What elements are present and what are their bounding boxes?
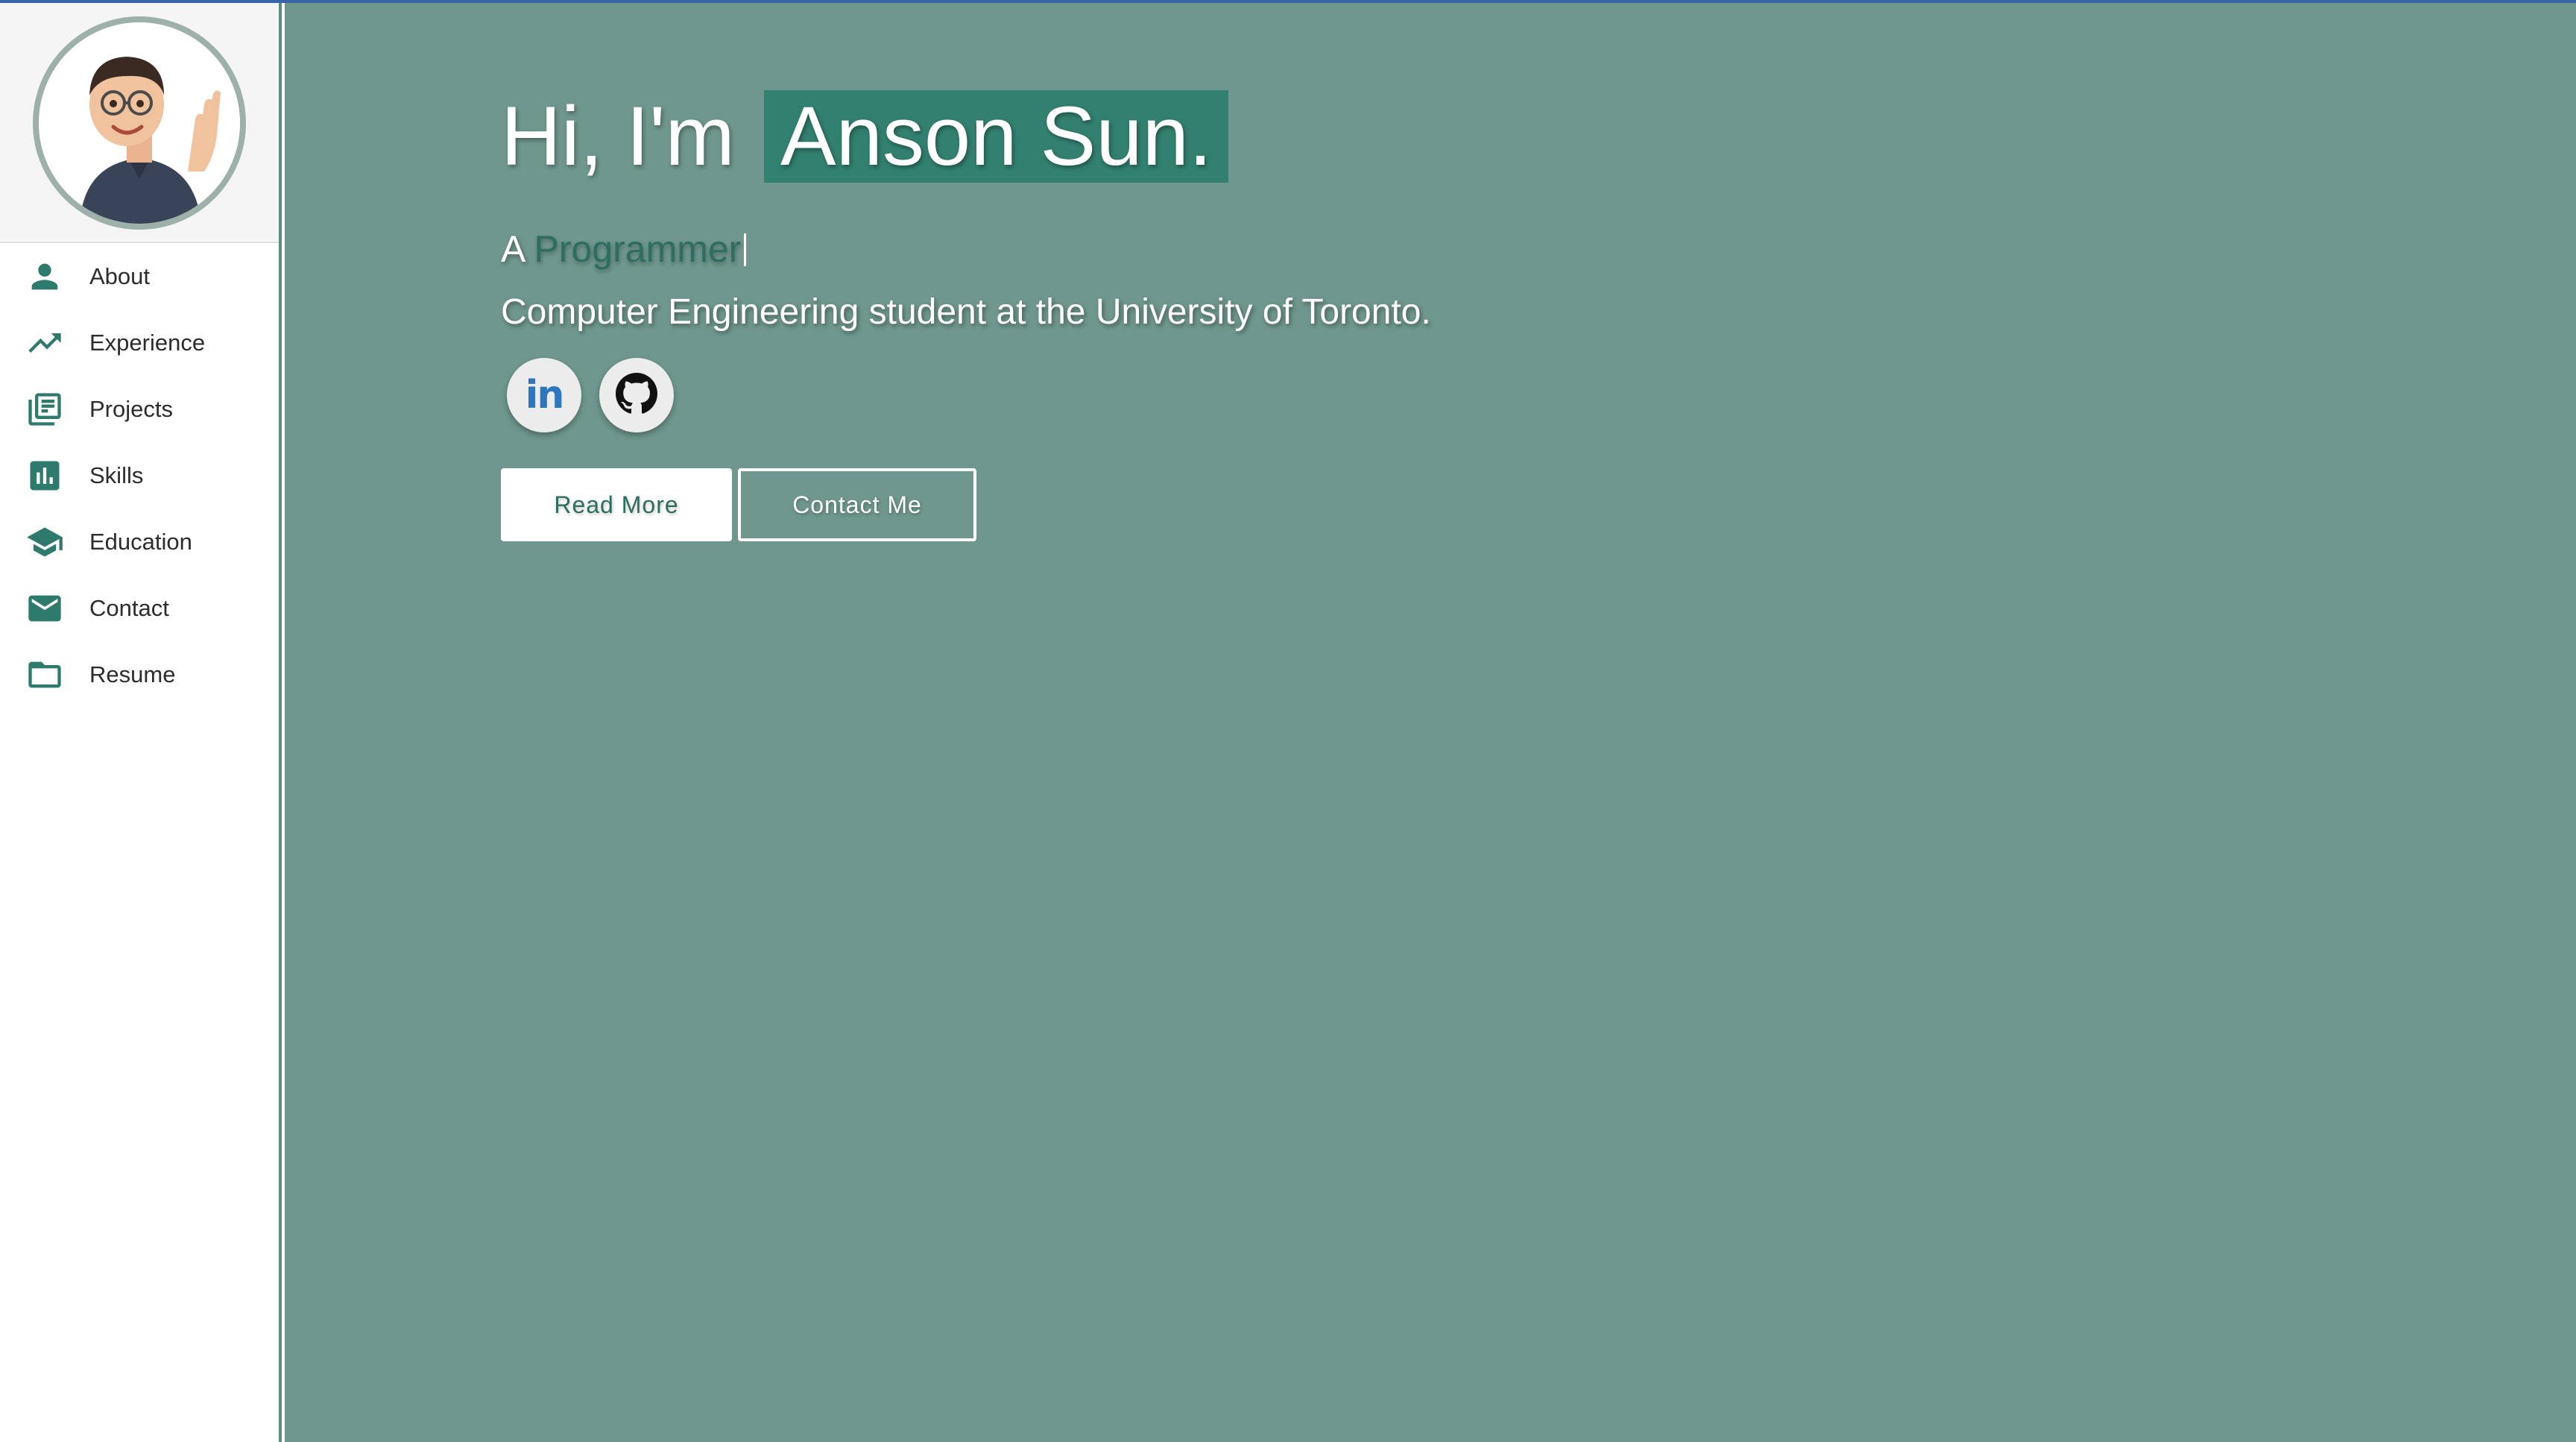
linkedin-button[interactable]: in — [507, 358, 581, 432]
read-more-button[interactable]: Read More — [501, 468, 732, 541]
school-icon — [25, 523, 64, 561]
page-title: Hi, I'm Anson Sun. — [501, 90, 1431, 183]
role-line: A Programmer — [501, 227, 1431, 271]
social-links: in — [501, 358, 1431, 432]
sidebar-item-label: Projects — [89, 395, 173, 422]
sidebar-item-label: Education — [89, 528, 192, 555]
name-highlight: Anson Sun. — [763, 90, 1229, 183]
sidebar-item-label: Skills — [89, 462, 144, 488]
sidebar-item-contact[interactable]: Contact — [0, 575, 279, 641]
sidebar-item-projects[interactable]: Projects — [0, 376, 279, 442]
greeting-text: Hi, I'm — [501, 89, 735, 183]
avatar — [33, 16, 246, 230]
sidebar-item-label: Experience — [89, 329, 206, 356]
role-typed-text: Programmer — [534, 228, 742, 270]
tagline: Computer Engineering student at the Univ… — [501, 292, 1431, 332]
mail-icon — [25, 589, 64, 628]
folder-icon — [25, 655, 64, 694]
hero-section: Hi, I'm Anson Sun. A Programmer Computer… — [501, 90, 1431, 541]
linkedin-icon: in — [525, 373, 565, 418]
trending-up-icon — [25, 324, 64, 362]
sidebar-item-about[interactable]: About — [0, 243, 279, 309]
bar-chart-icon — [25, 456, 64, 495]
hero-actions: Read More Contact Me — [501, 468, 1431, 541]
github-icon — [616, 372, 657, 418]
sidebar-item-label: Resume — [89, 661, 176, 687]
person-icon — [25, 257, 64, 296]
sidebar-item-label: Contact — [89, 594, 169, 621]
sidebar-item-resume[interactable]: Resume — [0, 641, 279, 708]
typing-cursor — [744, 233, 747, 266]
sidebar-nav: About Experience Projects Skills Educati… — [0, 243, 279, 708]
github-button[interactable] — [599, 358, 674, 432]
sidebar-item-experience[interactable]: Experience — [0, 309, 279, 376]
main-content: Hi, I'm Anson Sun. A Programmer Computer… — [285, 3, 2576, 1442]
sidebar: About Experience Projects Skills Educati… — [0, 3, 282, 1442]
sidebar-item-education[interactable]: Education — [0, 509, 279, 575]
sidebar-item-label: About — [89, 262, 151, 289]
library-books-icon — [25, 390, 64, 429]
role-prefix: A — [501, 228, 524, 270]
sidebar-item-skills[interactable]: Skills — [0, 442, 279, 509]
avatar-header — [0, 3, 279, 243]
contact-me-button[interactable]: Contact Me — [738, 468, 976, 541]
